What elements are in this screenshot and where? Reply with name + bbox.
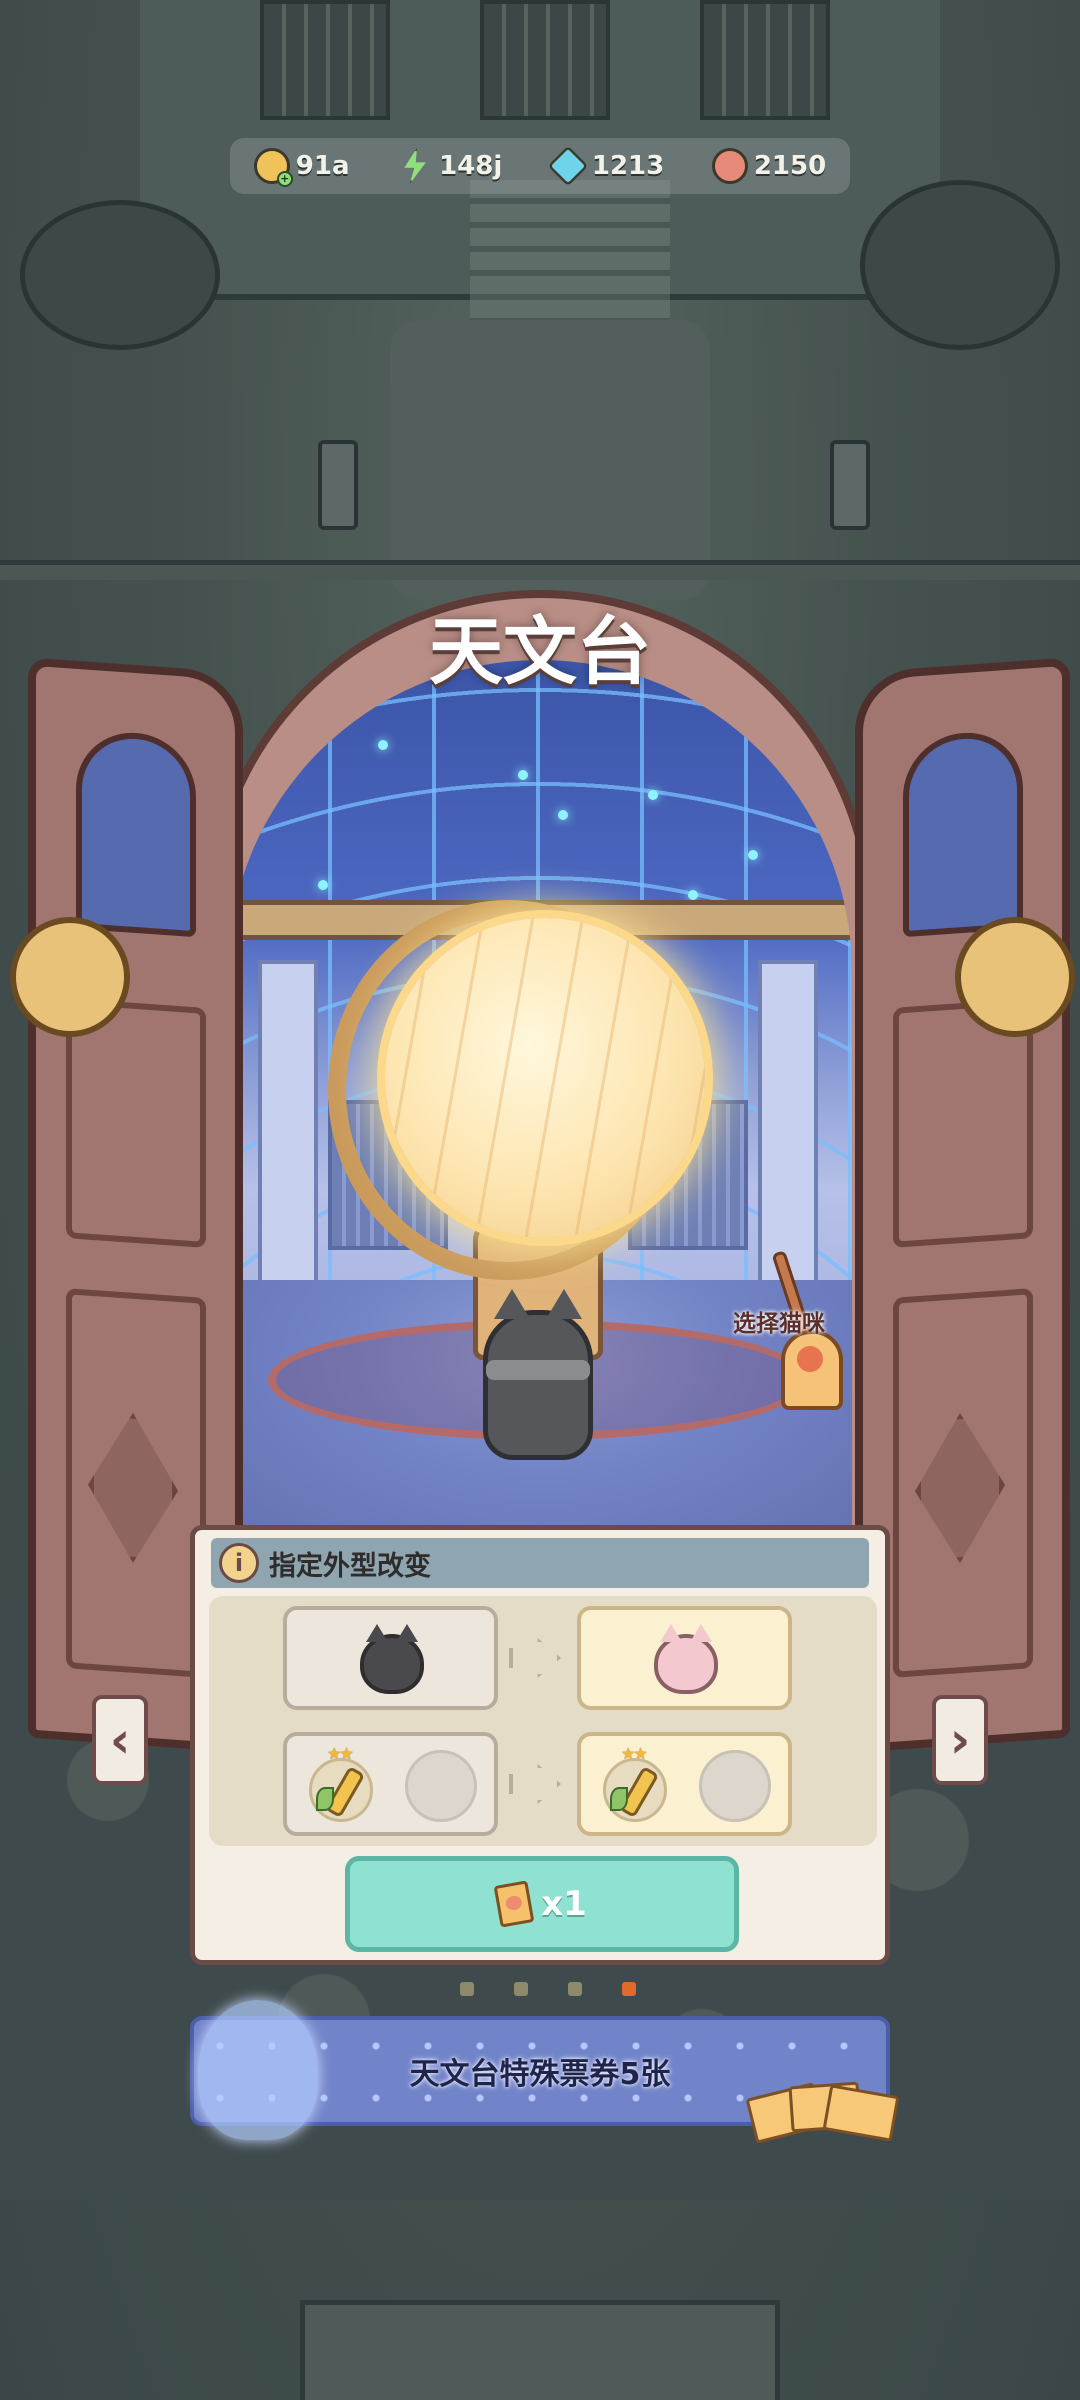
- door-window: [76, 728, 196, 938]
- page-dot-active[interactable]: [622, 1982, 636, 1996]
- glowing-globe[interactable]: [385, 918, 705, 1238]
- pillar: [258, 960, 318, 1300]
- arrow-right-icon: [509, 1638, 561, 1678]
- panel-header-label: 指定外型改变: [269, 1550, 431, 1582]
- tree: [20, 200, 220, 350]
- tickets-icon: [745, 2080, 900, 2144]
- next-button[interactable]: ›: [932, 1695, 988, 1785]
- use-ticket-count: x1: [541, 1884, 587, 1924]
- building-window: [260, 0, 390, 120]
- constellation-star: [558, 810, 568, 820]
- panel-header: i 指定外型改变: [211, 1538, 869, 1588]
- black-cat-icon: [360, 1624, 424, 1694]
- door-panel: [66, 998, 206, 1248]
- constellation-star: [318, 880, 328, 890]
- constellation-star: [748, 850, 758, 860]
- currency-coin[interactable]: + 91a: [253, 148, 350, 187]
- page-dot[interactable]: [568, 1982, 582, 1996]
- constellation-star: [378, 740, 388, 750]
- page-dot[interactable]: [514, 1982, 528, 1996]
- empty-slot[interactable]: [699, 1750, 771, 1822]
- prev-button[interactable]: ‹: [92, 1695, 148, 1785]
- cat-scarf: [486, 1360, 590, 1380]
- page-indicator: [460, 1982, 636, 1996]
- temple-stairs: [470, 180, 670, 320]
- target-item-slot[interactable]: ★★: [577, 1732, 792, 1836]
- pink-cat-icon: [654, 1624, 718, 1694]
- ground-edge: [0, 560, 1080, 580]
- source-item-slot[interactable]: ★★: [283, 1732, 498, 1836]
- select-cat-label[interactable]: 选择猫咪: [733, 1304, 825, 1338]
- currency-energy[interactable]: 148j: [397, 148, 502, 184]
- scroll-item-icon: [603, 1758, 667, 1822]
- paw-icon: [797, 1346, 823, 1372]
- observatory-scene: [228, 660, 852, 1540]
- constellation-star: [518, 770, 528, 780]
- cat-back-view: [483, 1289, 593, 1460]
- energy-value: 148j: [439, 151, 503, 181]
- page-dot[interactable]: [460, 1982, 474, 1996]
- tree: [860, 180, 1060, 350]
- sun-emblem-icon: [955, 917, 1075, 1037]
- info-icon[interactable]: i: [219, 1543, 259, 1583]
- door-window: [903, 728, 1023, 938]
- stone-path: [390, 320, 710, 600]
- banner-label: 天文台特殊票券5张: [409, 2057, 671, 2092]
- shell-icon: [711, 148, 748, 184]
- source-cat-slot[interactable]: [283, 1606, 498, 1710]
- currency-shell[interactable]: 2150: [711, 148, 827, 184]
- gem-icon: [547, 145, 589, 187]
- transform-panel: i 指定外型改变 ★★ ★★ x1: [190, 1525, 890, 1965]
- constellation-cat-icon: [198, 2000, 318, 2140]
- use-ticket-button[interactable]: x1: [345, 1856, 739, 1952]
- currency-gem[interactable]: 1213: [547, 145, 665, 187]
- currency-bar: + 91a 148j 1213 2150: [230, 138, 850, 194]
- scroll-item-icon: [309, 1758, 373, 1822]
- coin-icon: +: [253, 148, 293, 187]
- stone-lantern: [830, 440, 870, 530]
- stone-lantern: [318, 440, 358, 530]
- bottom-gate: [300, 2300, 780, 2400]
- empty-slot[interactable]: [405, 1750, 477, 1822]
- target-cat-slot[interactable]: [577, 1606, 792, 1710]
- gem-value: 1213: [591, 151, 665, 181]
- pillar: [758, 960, 818, 1300]
- building-window: [700, 0, 830, 120]
- coin-value: 91a: [295, 151, 350, 181]
- constellation-star: [648, 790, 658, 800]
- constellation-star: [688, 890, 698, 900]
- ticket-icon: [493, 1880, 535, 1928]
- transform-rows: ★★ ★★: [209, 1596, 877, 1846]
- plus-icon: +: [276, 171, 293, 187]
- lightning-icon: [404, 148, 426, 184]
- building-window: [480, 0, 610, 120]
- shell-value: 2150: [753, 151, 827, 181]
- arrow-right-icon: [509, 1764, 561, 1804]
- sun-emblem-icon: [10, 917, 130, 1037]
